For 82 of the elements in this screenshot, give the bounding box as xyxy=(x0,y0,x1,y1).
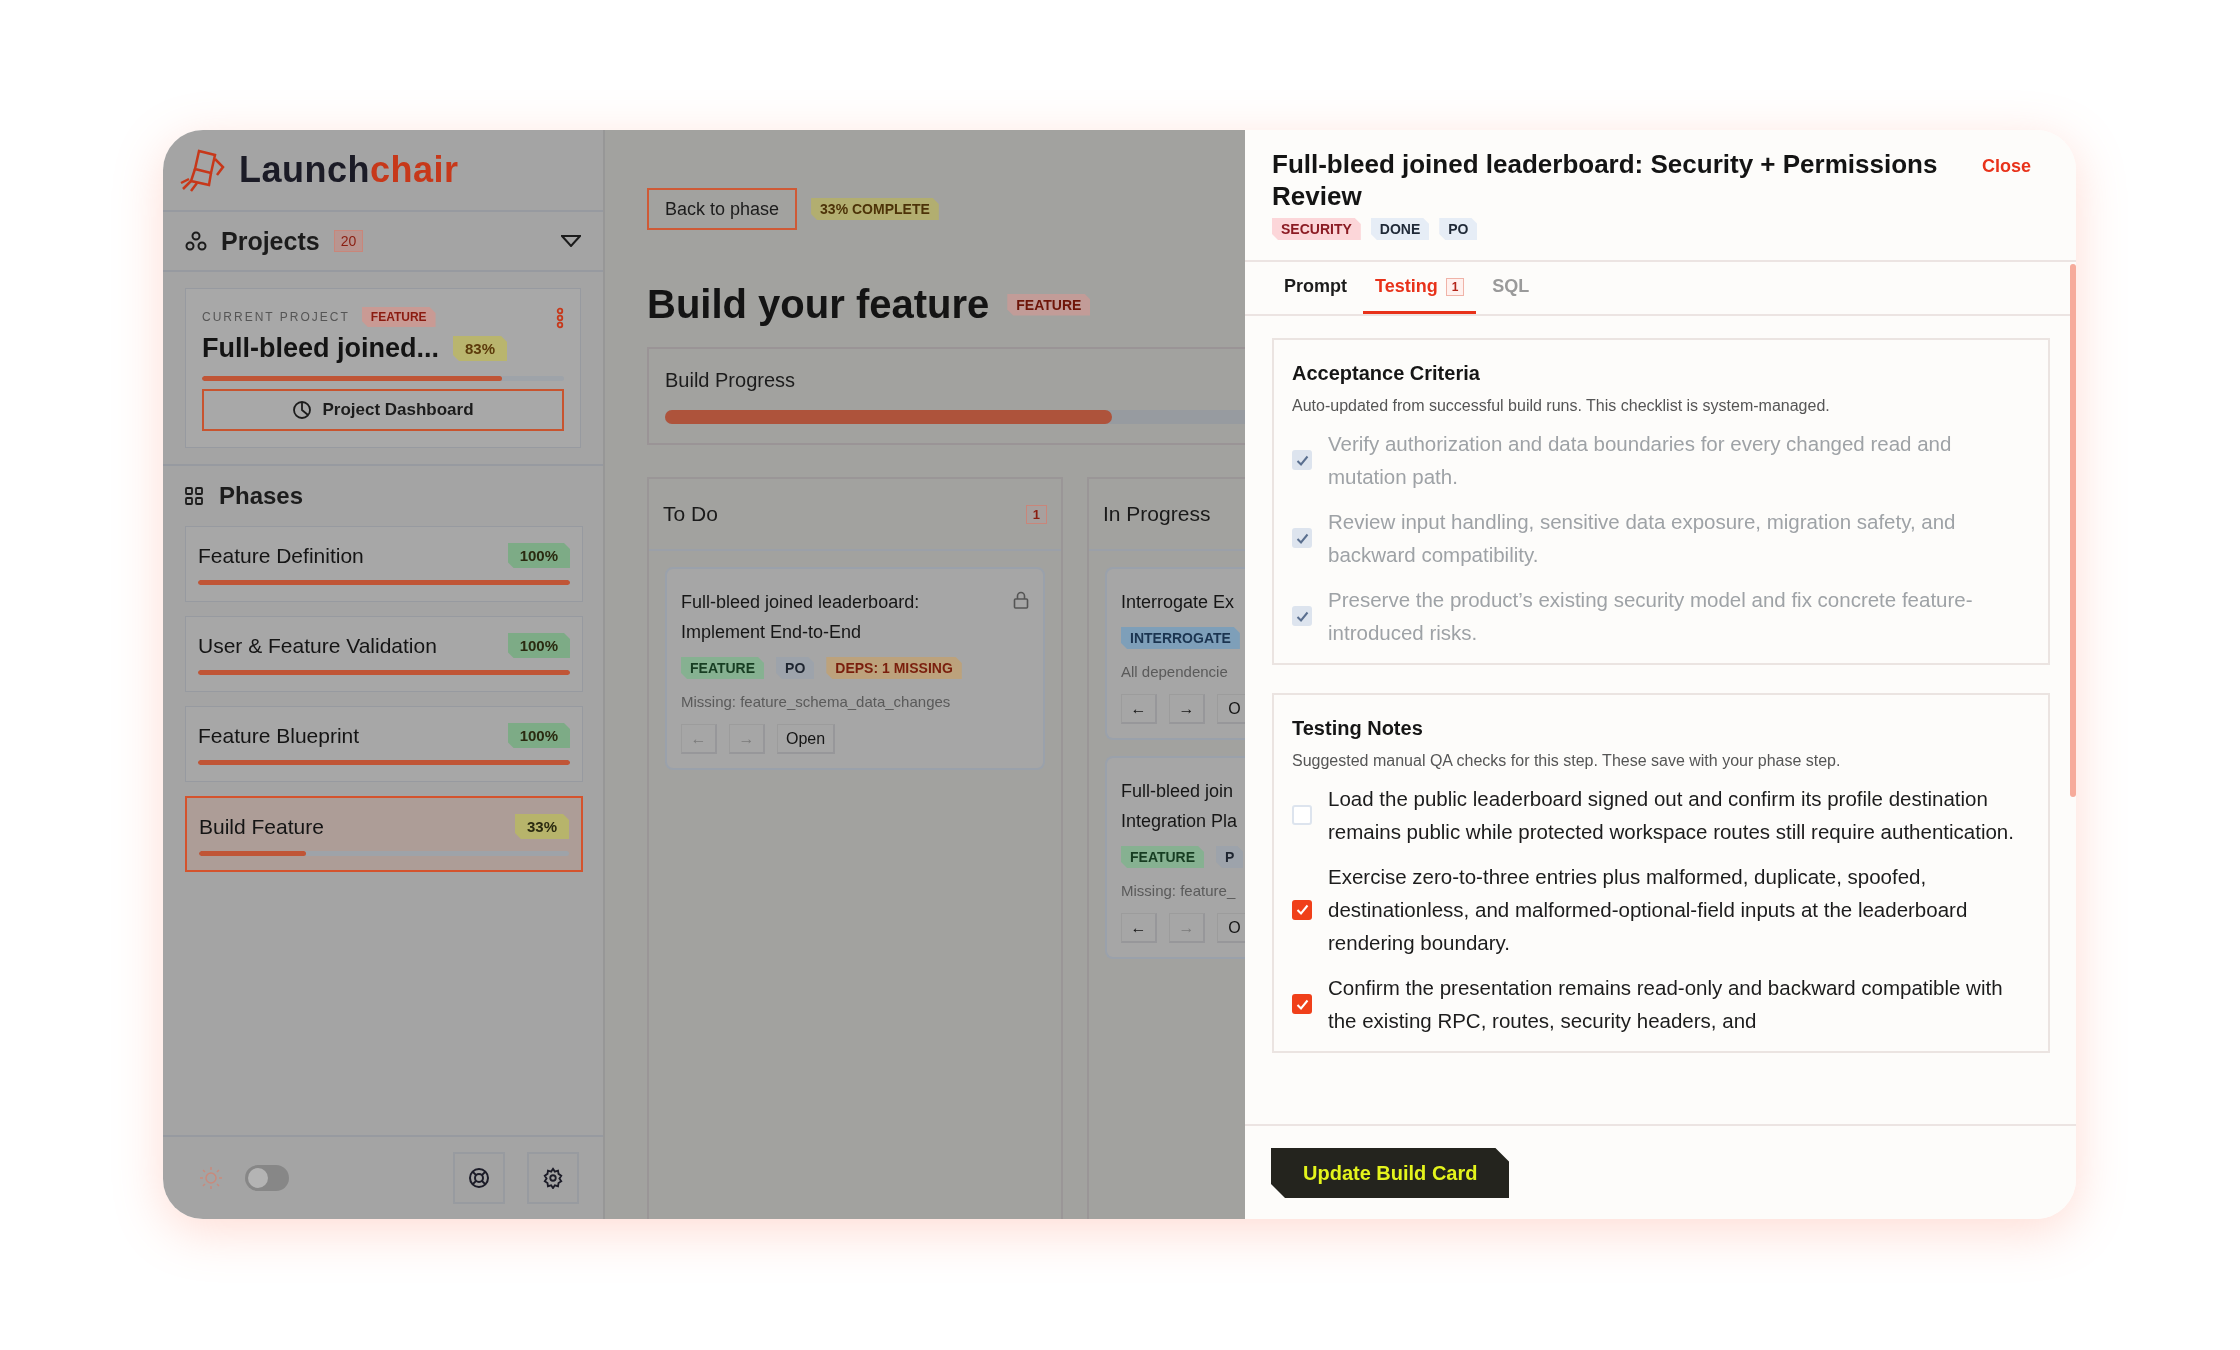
percent-badge: 100% xyxy=(507,633,570,658)
phases-heading: Phases xyxy=(219,482,304,510)
section-title: Testing Notes xyxy=(1292,717,1424,740)
check-icon xyxy=(1295,998,1309,1010)
project-dashboard-button[interactable]: Project Dashboard xyxy=(202,389,564,431)
tag: FEATURE xyxy=(681,657,765,679)
current-project-caption: CURRENT PROJECT xyxy=(202,310,350,324)
checkbox[interactable] xyxy=(1292,805,1312,825)
tag: P xyxy=(1216,846,1244,868)
build-progress-label: Build Progress xyxy=(665,369,797,392)
card-action-button[interactable]: ← xyxy=(1121,913,1157,943)
card-action-button[interactable]: ← xyxy=(1121,694,1157,724)
pie-chart-icon xyxy=(292,400,313,420)
task-card[interactable]: Interrogate Ex INTERROGATE All dependencie ← → O xyxy=(1105,567,1245,740)
phase-item[interactable]: User & Feature Validation 100% xyxy=(185,616,583,692)
caret-icon xyxy=(561,235,581,247)
phase-name: Build Feature xyxy=(199,814,324,839)
tab[interactable]: Testing 1 xyxy=(1363,262,1477,314)
page-title: Build your feature xyxy=(647,282,990,327)
phase-name: Feature Blueprint xyxy=(198,723,360,748)
phase-name: User & Feature Validation xyxy=(198,633,437,658)
phase-item[interactable]: Feature Definition 100% xyxy=(185,526,583,602)
checklist-text: Verify authorization and data boundaries for every changed read and mutation path. xyxy=(1328,431,1953,490)
sun-icon xyxy=(199,1166,223,1190)
task-title: Interrogate Ex xyxy=(1121,591,1235,614)
check-icon xyxy=(1295,904,1309,915)
section-description: Suggested manual QA checks for this step. These save with your phase step. xyxy=(1292,752,1842,770)
task-title: Full-bleed joined leaderboard: Implement End-to-End xyxy=(681,591,921,644)
tag: PO xyxy=(776,657,815,679)
settings-button[interactable] xyxy=(527,1152,579,1204)
tab[interactable]: Prompt xyxy=(1272,262,1359,314)
column-title: In Progress xyxy=(1103,502,1211,526)
count-badge: 20 xyxy=(333,230,364,252)
theme-toggle[interactable] xyxy=(245,1165,289,1191)
percent-badge: 100% xyxy=(507,723,570,748)
project-name: Full-bleed joined... xyxy=(202,333,439,364)
settings-icon xyxy=(542,1167,564,1189)
tag: DONE xyxy=(1370,218,1430,240)
completion-badge: 33% COMPLETE xyxy=(811,198,939,220)
tag: SECURITY xyxy=(1272,218,1361,240)
percent-badge: 33% xyxy=(514,814,569,839)
close-button[interactable]: Close xyxy=(1981,148,2037,177)
checklist-text: Load the public leaderboard signed out and confirm its profile destination remains public while protected workspace routes still require authentication. xyxy=(1328,786,2015,845)
tag: FEATURE xyxy=(1007,293,1091,316)
section-title: Acceptance Criteria xyxy=(1292,362,1481,385)
more-icon[interactable] xyxy=(556,307,564,329)
tag: FEATURE xyxy=(1121,846,1205,868)
section-description: Auto-updated from successful build runs. This checklist is system-managed. xyxy=(1292,397,1831,415)
tag: INTERROGATE xyxy=(1121,627,1240,649)
tag: FEATURE xyxy=(361,307,436,327)
task-note: Missing: feature_schema_data_changes xyxy=(681,693,952,710)
count-badge: 1 xyxy=(1445,277,1465,296)
update-build-card-button[interactable]: Update Build Card xyxy=(1271,1148,1510,1198)
column-title: To Do xyxy=(663,502,718,526)
tag: PO xyxy=(1439,218,1478,240)
phase-name: Feature Definition xyxy=(198,543,364,568)
projects-dropdown[interactable]: Projects 20 xyxy=(163,210,603,272)
phase-item[interactable]: Build Feature 33% xyxy=(185,796,583,872)
circles-icon xyxy=(185,231,207,251)
checkbox[interactable] xyxy=(1292,899,1312,920)
task-note: Missing: feature_ xyxy=(1121,882,1237,899)
grid-icon xyxy=(185,487,203,505)
drawer-title: Full-bleed joined leaderboard: Security + Permissions Review xyxy=(1272,148,1939,212)
help-button[interactable] xyxy=(453,1152,505,1204)
percent-badge: 100% xyxy=(507,543,570,568)
logo-text: Launchchair xyxy=(239,149,459,191)
checkbox[interactable] xyxy=(1292,994,1312,1014)
checklist-text: Preserve the product’s existing security model and fix concrete feature-introduced risks. xyxy=(1328,587,1974,646)
back-to-phase-button[interactable]: Back to phase xyxy=(647,188,798,230)
projects-label: Projects xyxy=(221,226,320,256)
checklist-text: Review input handling, sensitive data exposure, migration safety, and backward compatibility. xyxy=(1328,509,1957,568)
checklist-text: Confirm the presentation remains read-only and backward compatible with the existing RPC, routes, security headers, and xyxy=(1328,975,2004,1034)
card-action-button[interactable]: Open xyxy=(777,724,836,754)
phase-item[interactable]: Feature Blueprint 100% xyxy=(185,706,583,782)
percent-badge: 83% xyxy=(453,336,508,361)
checklist-text: Exercise zero-to-three entries plus malformed, duplicate, spoofed, destinationless, and malformed-optional-field inputs at the leaderboard rendering boundary. xyxy=(1328,864,1969,956)
card-action-button[interactable]: → xyxy=(1169,694,1205,724)
task-title: Full-bleed join Integration Pla xyxy=(1121,780,1238,833)
task-note: All dependencie xyxy=(1121,663,1229,680)
count-badge: 1 xyxy=(1025,504,1047,524)
tag: DEPS: 1 MISSING xyxy=(826,657,962,679)
lifebuoy-icon xyxy=(468,1167,490,1189)
